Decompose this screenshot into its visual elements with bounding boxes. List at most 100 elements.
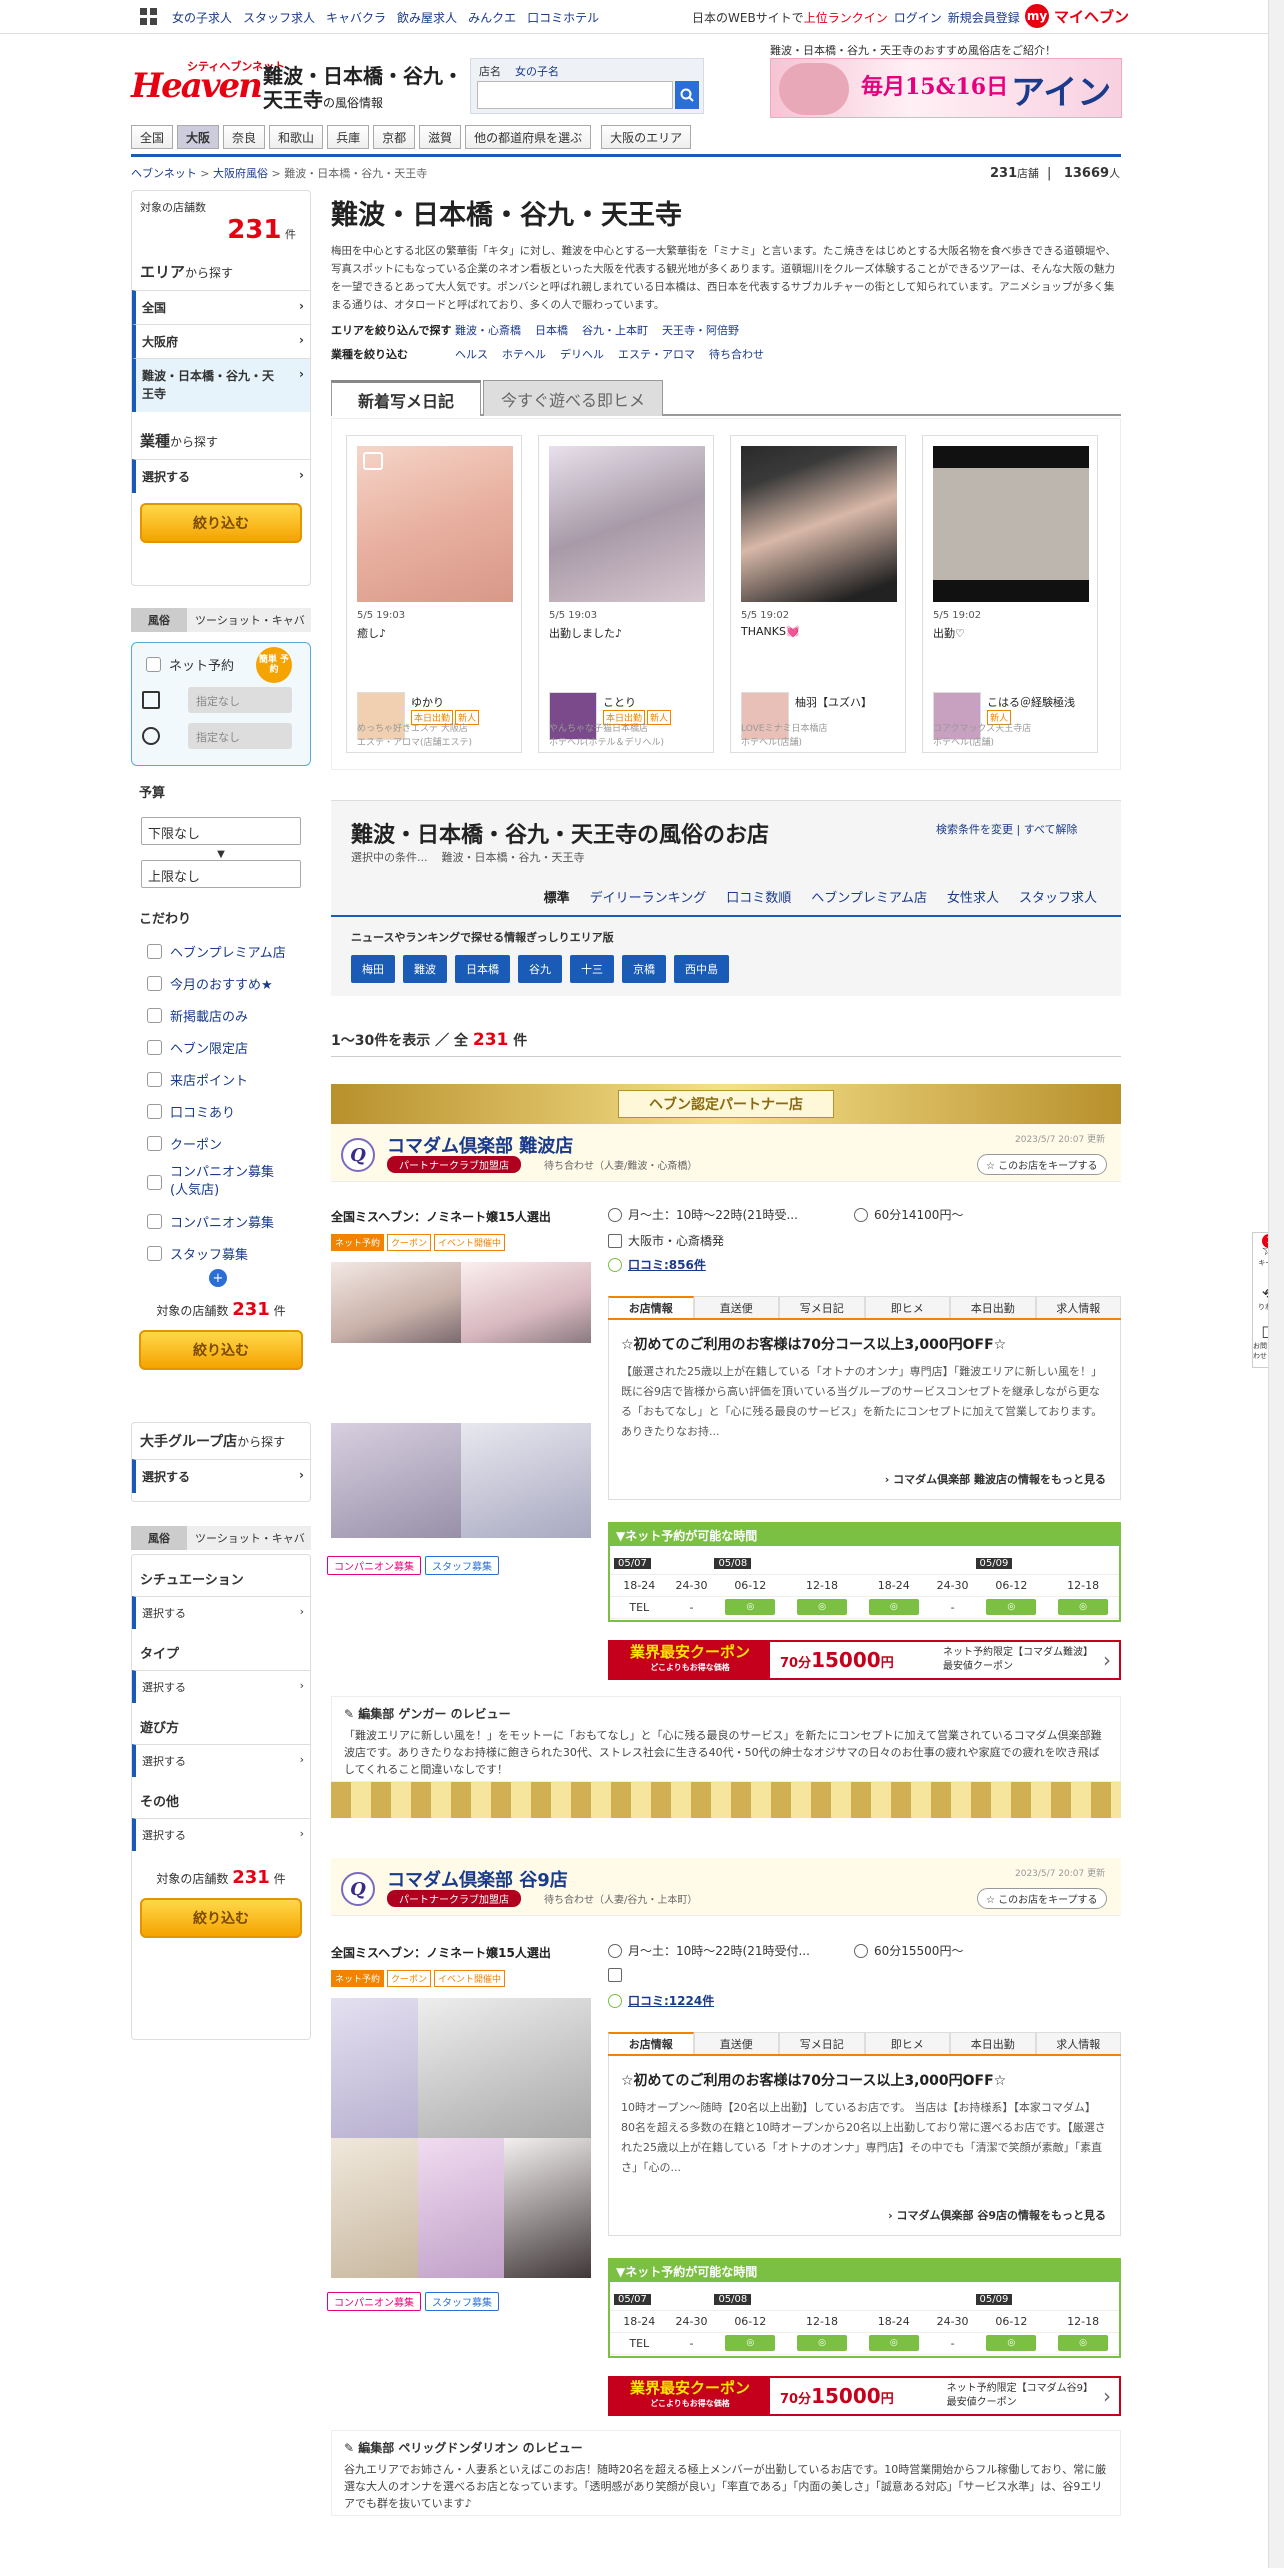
kodawari-item[interactable]: スタッフ募集: [147, 1237, 311, 1269]
tab-twoshot[interactable]: ツーショット・キャバ: [187, 608, 311, 632]
filter-area-link[interactable]: 難波・心斎橋: [455, 322, 521, 338]
sort-daily-ranking[interactable]: デイリーランキング: [590, 887, 707, 915]
search-tab-girl[interactable]: 女の子名: [515, 63, 559, 79]
kodawari-item[interactable]: クーポン: [147, 1127, 311, 1159]
diary-card[interactable]: 5/5 19:03 癒し♪ ゆかり 本日出勤 新人 めっちゃ好きエステ 大阪店 エス…: [346, 435, 522, 753]
diary-card[interactable]: 5/5 19:02 THANKS💓 柚羽【ユズハ】 LOVEミナミ日本橋店 ホテヘ…: [730, 435, 906, 753]
top-link-staff-job[interactable]: スタッフ求人: [243, 9, 315, 26]
diary-card[interactable]: 5/5 19:02 出勤♡ こはる＠経験極浅 新人 コアクマックス天王寺店 ホテヘ…: [922, 435, 1098, 753]
shop-tab[interactable]: 直送便: [693, 2032, 779, 2054]
slot-available[interactable]: ◎: [868, 2335, 919, 2351]
grid-menu-icon[interactable]: [140, 8, 158, 26]
narrow-button-3[interactable]: 絞り込む: [140, 1898, 302, 1938]
top-link-bar-job[interactable]: 飲み屋求人: [397, 9, 457, 26]
more-info-link[interactable]: › コマダム倶楽部 谷9店の情報をもっと見る: [888, 2207, 1106, 2223]
breadcrumb-home[interactable]: ヘブンネット: [131, 167, 197, 180]
tab-new-diary[interactable]: 新着写メ日記: [331, 380, 481, 416]
shop-tab[interactable]: 写メ日記: [779, 1296, 865, 1318]
shop-tab[interactable]: 直送便: [693, 1296, 779, 1318]
area-button[interactable]: 京橋: [622, 955, 666, 983]
kuchikomi-link[interactable]: 口コミ:1224件: [608, 1992, 714, 2009]
type-select[interactable]: 選択する ›: [132, 1670, 310, 1703]
rank-link[interactable]: 上位ランクイン: [804, 11, 888, 25]
filter-area-link[interactable]: 日本橋: [535, 322, 568, 338]
area-button[interactable]: 西中島: [674, 955, 729, 983]
kodawari-item[interactable]: 新掲載店のみ: [147, 999, 311, 1031]
filter-genre-link[interactable]: ホテヘル: [502, 346, 546, 362]
shop-tab[interactable]: 写メ日記: [779, 2032, 865, 2054]
kodawari-item[interactable]: ヘブンプレミアム店: [147, 935, 311, 967]
login-link[interactable]: ログイン: [894, 9, 942, 26]
coupon-banner[interactable]: 業界最安クーポン どこよりもお得な価格 70分15000円 ネット予約限定【コマダ…: [608, 1640, 1121, 1680]
area-button[interactable]: 難波: [403, 955, 447, 983]
slot-available[interactable]: ◎: [797, 1599, 848, 1615]
nav-other-prefecture[interactable]: 他の都道府県を選ぶ: [465, 125, 592, 149]
scrollbar[interactable]: [1268, 0, 1284, 2568]
tab-twoshot-2[interactable]: ツーショット・キャバ: [187, 1526, 311, 1550]
filter-genre-link[interactable]: ヘルス: [455, 346, 488, 362]
expand-more-icon[interactable]: +: [209, 1269, 227, 1287]
shop-tab[interactable]: 即ヒメ: [864, 1296, 950, 1318]
breadcrumb-osaka[interactable]: 大阪府風俗: [213, 167, 268, 180]
top-link-hotel[interactable]: 口コミホテル: [527, 9, 599, 26]
companion-recruit-link[interactable]: コンパニオン募集: [327, 2292, 421, 2311]
staff-recruit-link[interactable]: スタッフ募集: [425, 2292, 499, 2311]
filter-area-link[interactable]: 天王寺・阿倍野: [662, 322, 739, 338]
sort-standard[interactable]: 標準: [544, 887, 570, 915]
filter-area-link[interactable]: 谷九・上本町: [582, 322, 648, 338]
slot-available[interactable]: ◎: [986, 1599, 1037, 1615]
myheaven-button[interactable]: my マイヘブン: [1025, 4, 1141, 28]
genre-select[interactable]: 選択する ›: [132, 459, 310, 493]
tab-now-available[interactable]: 今すぐ遊べる即ヒメ: [483, 380, 663, 416]
filter-genre-link[interactable]: デリヘル: [560, 346, 604, 362]
filter-genre-link[interactable]: エステ・アロマ: [618, 346, 695, 362]
more-info-link[interactable]: › コマダム倶楽部 難波店の情報をもっと見る: [885, 1471, 1106, 1487]
slot-available[interactable]: ◎: [1058, 1599, 1109, 1615]
top-link-girls-job[interactable]: 女の子求人: [172, 9, 232, 26]
search-tab-shop[interactable]: 店名: [479, 63, 501, 79]
kodawari-item[interactable]: 来店ポイント: [147, 1063, 311, 1095]
play-select[interactable]: 選択する ›: [132, 1744, 310, 1777]
budget-low-select[interactable]: 下限なし: [141, 817, 301, 845]
top-link-cabaret[interactable]: キャバクラ: [326, 9, 386, 26]
area-item-all[interactable]: 全国 ›: [132, 290, 310, 324]
promo-banner[interactable]: 毎月15&16日 アインズ乱: [770, 58, 1122, 118]
net-reserve-checkbox[interactable]: [146, 657, 161, 672]
slot-available[interactable]: ◎: [725, 2335, 776, 2351]
top-link-minque[interactable]: みんクエ: [468, 9, 516, 26]
slot-available[interactable]: ◎: [868, 1599, 919, 1615]
diary-card[interactable]: 5/5 19:03 出勤しました♪ ことり 本日出勤 新人 やんちゃな子猫日本橋店…: [538, 435, 714, 753]
register-link[interactable]: 新規会員登録: [948, 9, 1020, 26]
keep-shop-button[interactable]: ☆ このお店をキープする: [977, 1888, 1107, 1909]
tab-fuzoku-2[interactable]: 風俗: [131, 1526, 187, 1550]
area-item-osaka[interactable]: 大阪府 ›: [132, 324, 310, 358]
group-select[interactable]: 選択する ›: [132, 1459, 310, 1493]
filter-genre-link[interactable]: 待ち合わせ: [709, 346, 764, 362]
clear-all-link[interactable]: すべて解除: [1024, 823, 1078, 836]
kodawari-item[interactable]: コンパニオン募集(人気店): [147, 1159, 311, 1205]
shop-tab[interactable]: 本日出勤: [950, 1296, 1036, 1318]
nav-hyogo[interactable]: 兵庫: [327, 125, 370, 149]
keep-shop-button[interactable]: ☆ このお店をキープする: [977, 1154, 1107, 1175]
tab-fuzoku[interactable]: 風俗: [131, 608, 187, 632]
search-input[interactable]: [477, 81, 673, 109]
nav-kyoto[interactable]: 京都: [373, 125, 416, 149]
nav-osaka[interactable]: 大阪: [177, 125, 220, 149]
shop-tab[interactable]: 求人情報: [1035, 2032, 1121, 2054]
shop-name[interactable]: コマダム倶楽部 谷9店: [387, 1866, 568, 1892]
date-select[interactable]: 指定なし: [188, 687, 292, 713]
other-select[interactable]: 選択する ›: [132, 1818, 310, 1851]
shop-photos[interactable]: [331, 1262, 591, 1538]
shop-name[interactable]: コマダム倶楽部 難波店: [387, 1132, 573, 1158]
change-conditions-link[interactable]: 検索条件を変更: [936, 823, 1013, 836]
slot-available[interactable]: ◎: [797, 2335, 848, 2351]
kodawari-item[interactable]: コンパニオン募集: [147, 1205, 311, 1237]
time-select[interactable]: 指定なし: [188, 723, 292, 749]
kodawari-item[interactable]: ヘブン限定店: [147, 1031, 311, 1063]
coupon-banner[interactable]: 業界最安クーポン どこよりもお得な価格 70分15000円 ネット予約限定【コマダ…: [608, 2376, 1121, 2416]
nav-all[interactable]: 全国: [131, 125, 174, 149]
shop-photos[interactable]: [331, 1998, 591, 2278]
site-logo[interactable]: シティヘブンネット Heaven: [131, 58, 285, 110]
nav-osaka-area[interactable]: 大阪のエリア: [601, 125, 692, 149]
nav-nara[interactable]: 奈良: [223, 125, 266, 149]
